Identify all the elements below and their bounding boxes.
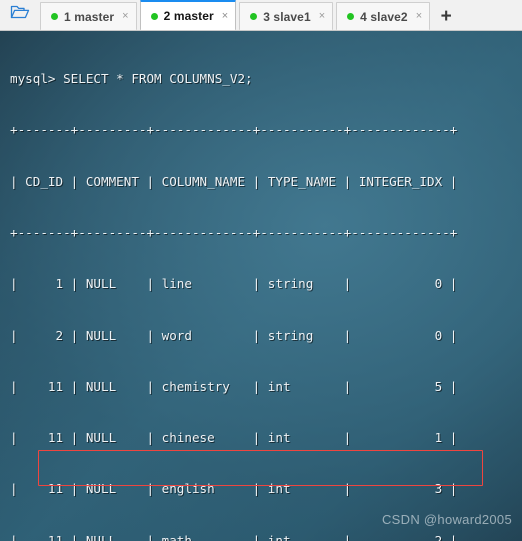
plus-icon: + bbox=[440, 5, 452, 27]
tab-label: 2 master bbox=[163, 9, 214, 23]
tab-label: 3 slave1 bbox=[263, 9, 311, 24]
table-row: | 11 | NULL | math | int | 2 | bbox=[10, 532, 458, 541]
tab-1-master[interactable]: 1 master × bbox=[40, 2, 137, 30]
open-folder-icon bbox=[10, 4, 30, 25]
open-folder-button[interactable] bbox=[0, 0, 40, 30]
table-row: | 2 | NULL | word | string | 0 | bbox=[10, 327, 458, 343]
close-icon[interactable]: × bbox=[319, 11, 325, 22]
close-icon[interactable]: × bbox=[122, 11, 128, 22]
tab-bar: 1 master × 2 master × 3 slave1 × 4 slave… bbox=[0, 0, 522, 31]
status-dot-icon bbox=[51, 13, 58, 20]
tab-list: 1 master × 2 master × 3 slave1 × 4 slave… bbox=[40, 0, 522, 30]
table-row: | 11 | NULL | english | int | 3 | bbox=[10, 481, 458, 497]
table-rule-mid: +-------+---------+-------------+-------… bbox=[10, 225, 458, 241]
app-window: 1 master × 2 master × 3 slave1 × 4 slave… bbox=[0, 0, 522, 541]
close-icon[interactable]: × bbox=[222, 10, 228, 22]
tab-label: 4 slave2 bbox=[360, 9, 408, 24]
tab-2-master[interactable]: 2 master × bbox=[139, 0, 237, 30]
status-dot-icon bbox=[150, 12, 158, 20]
table-rule-top: +-------+---------+-------------+-------… bbox=[10, 122, 458, 138]
watermark-label: CSDN @howard2005 bbox=[381, 512, 512, 527]
status-dot-icon bbox=[347, 13, 355, 20]
new-tab-button[interactable]: + bbox=[433, 2, 459, 30]
tab-4-slave2[interactable]: 4 slave2 × bbox=[336, 2, 431, 30]
tab-label: 1 master bbox=[64, 9, 115, 24]
table-row: | 11 | NULL | chinese | int | 1 | bbox=[10, 430, 458, 446]
prompt-line: mysql> SELECT * FROM COLUMNS_V2; bbox=[10, 71, 253, 87]
status-dot-icon bbox=[250, 13, 258, 20]
close-icon[interactable]: × bbox=[416, 11, 422, 22]
terminal-output: mysql> SELECT * FROM COLUMNS_V2; +------… bbox=[10, 36, 457, 541]
table-row: | 1 | NULL | line | string | 0 | bbox=[10, 276, 458, 292]
table-header-row: | CD_ID | COMMENT | COLUMN_NAME | TYPE_N… bbox=[10, 173, 458, 189]
tab-3-slave1[interactable]: 3 slave1 × bbox=[239, 2, 334, 30]
table-row: | 11 | NULL | chemistry | int | 5 | bbox=[10, 378, 458, 394]
terminal-pane[interactable]: mysql> SELECT * FROM COLUMNS_V2; +------… bbox=[0, 31, 522, 541]
